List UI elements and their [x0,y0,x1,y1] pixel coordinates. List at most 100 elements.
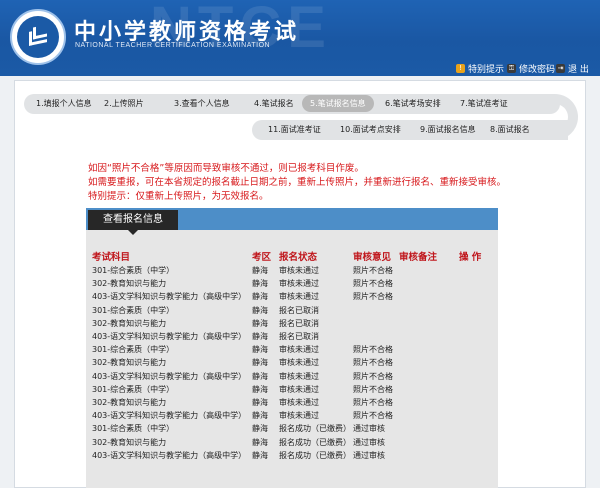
cell-review: 照片不合格 [353,279,393,289]
cell-review [353,330,399,343]
cell-area: 静海 [252,384,268,394]
cell-review [353,317,399,330]
step-9[interactable]: 9.面试报名信息 [420,124,476,135]
cell-review: 照片不合格 [353,345,393,355]
cell-action [459,343,496,356]
cell-review: 通过审核 [353,437,385,447]
change-password-label: 修改密码 [519,65,556,75]
cell-remark [399,409,459,422]
cell-area: 静海 [252,411,268,421]
special-notice-link[interactable]: ! 特别提示 [456,62,504,75]
notice-line-1: 如因“照片不合格”等原因而导致审核不通过，则已报考科目作废。 [88,163,364,174]
cell-review: 照片不合格 [353,358,393,368]
cell-subject: 403-语文学科知识与教学能力（高级中学） [92,332,247,342]
cell-area: 静海 [252,371,268,381]
cell-status: 审核未通过 [279,411,319,421]
change-password-link[interactable]: ⚿ 修改密码 [507,62,555,75]
registration-steps: 1.填报个人信息 2.上传照片 3.查看个人信息 4.笔试报名 5.笔试报名信息… [20,92,580,144]
cell-subject: 301-综合素质（中学） [92,424,175,434]
notice-line-2: 如需要重报，可在本省规定的报名截止日期之前，重新上传照片，并重新进行报名、重新接… [88,177,507,188]
cell-remark [399,435,459,448]
step-11[interactable]: 11.面试准考证 [268,124,321,135]
cell-review: 通过审核 [353,424,385,434]
step-5-active[interactable]: 5.笔试报名信息 [302,95,374,112]
table-row: 302-教育知识与能力 静海 报名已取消 [92,317,496,330]
cell-area: 静海 [252,345,268,355]
cell-review: 照片不合格 [353,411,393,421]
cell-status: 报名成功（已缴费） [279,437,351,447]
cell-status: 报名已取消 [279,332,319,342]
table-row: 403-语文学科知识与教学能力（高级中学） 静海 报名已取消 [92,330,496,343]
step-10[interactable]: 10.面试考点安排 [340,124,401,135]
cell-status: 审核未通过 [279,292,319,302]
warning-icon: ! [456,64,465,73]
table-row: 403-语文学科知识与教学能力（高级中学） 静海 审核未通过 照片不合格 [92,290,496,303]
key-icon: ⚿ [507,64,516,73]
special-notice-label: 特别提示 [468,65,505,75]
cell-remark [399,343,459,356]
table-row: 302-教育知识与能力 静海 审核未通过 照片不合格 [92,356,496,369]
cell-review: 通过审核 [353,450,385,460]
logout-label: 退 出 [568,65,589,75]
cell-area: 静海 [252,397,268,407]
table-row: 301-综合素质（中学） 静海 审核未通过 照片不合格 [92,343,496,356]
site-subtitle: NATIONAL TEACHER CERTIFICATION EXAMINATI… [75,42,271,49]
step-2[interactable]: 2.上传照片 [104,98,144,109]
cell-remark [399,317,459,330]
step-8[interactable]: 8.面试报名 [490,124,530,135]
cell-remark [399,277,459,290]
cell-status: 报名已取消 [279,318,319,328]
cell-subject: 302-教育知识与能力 [92,397,167,407]
cell-area: 静海 [252,437,268,447]
cell-status: 报名成功（已缴费） [279,450,351,460]
cell-area: 静海 [252,292,268,302]
cell-subject: 403-语文学科知识与教学能力（高级中学） [92,292,247,302]
exit-icon: ⇥ [556,64,565,73]
cell-action [459,304,496,317]
cell-review: 照片不合格 [353,384,393,394]
cell-status: 审核未通过 [279,371,319,381]
cell-action [459,330,496,343]
cell-status: 报名已取消 [279,305,319,315]
logout-link[interactable]: ⇥ 退 出 [556,62,589,75]
table-row: 403-语文学科知识与教学能力（高级中学） 静海 审核未通过 照片不合格 [92,409,496,422]
table-row: 301-综合素质（中学） 静海 报名成功（已缴费） 通过审核 [92,422,496,435]
cell-status: 审核未通过 [279,279,319,289]
table-row: 301-综合素质（中学） 静海 审核未通过 照片不合格 [92,383,496,396]
step-6[interactable]: 6.笔试考场安排 [385,98,441,109]
cell-action [459,409,496,422]
step-4[interactable]: 4.笔试报名 [254,98,294,109]
col-subject: 考试科目 [92,252,131,263]
logo [10,9,66,65]
cell-review [353,304,399,317]
step-3[interactable]: 3.查看个人信息 [174,98,230,109]
site-header: NTCE 中小学教师资格考试 NATIONAL TEACHER CERTIFIC… [0,0,600,76]
cell-review: 照片不合格 [353,266,393,276]
table-row: 403-语文学科知识与教学能力（高级中学） 静海 审核未通过 照片不合格 [92,370,496,383]
cell-area: 静海 [252,266,268,276]
cell-status: 审核未通过 [279,345,319,355]
cell-status: 审核未通过 [279,358,319,368]
cell-subject: 403-语文学科知识与教学能力（高级中学） [92,411,247,421]
section-tab: 查看报名信息 [88,210,178,235]
notice-line-3: 特别提示：仅重新上传照片，为无效报名。 [88,191,269,202]
table-row: 301-综合素质（中学） 静海 报名已取消 [92,304,496,317]
cell-action [459,370,496,383]
cell-review: 照片不合格 [353,397,393,407]
cell-status: 审核未通过 [279,266,319,276]
cell-action [459,422,496,435]
table-row: 301-综合素质（中学） 静海 审核未通过 照片不合格 [92,264,496,277]
cell-subject: 302-教育知识与能力 [92,437,167,447]
cell-subject: 403-语文学科知识与教学能力（高级中学） [92,371,247,381]
step-1[interactable]: 1.填报个人信息 [36,98,92,109]
cell-status: 报名成功（已缴费） [279,424,351,434]
cell-subject: 302-教育知识与能力 [92,318,167,328]
cell-remark [399,383,459,396]
table-row: 403-语文学科知识与教学能力（高级中学） 静海 报名成功（已缴费） 通过审核 [92,449,496,462]
step-7[interactable]: 7.笔试准考证 [460,98,508,109]
cell-area: 静海 [252,424,268,434]
cell-action [459,356,496,369]
col-area: 考区 [252,252,272,263]
cell-remark [399,356,459,369]
cell-subject: 403-语文学科知识与教学能力（高级中学） [92,450,247,460]
